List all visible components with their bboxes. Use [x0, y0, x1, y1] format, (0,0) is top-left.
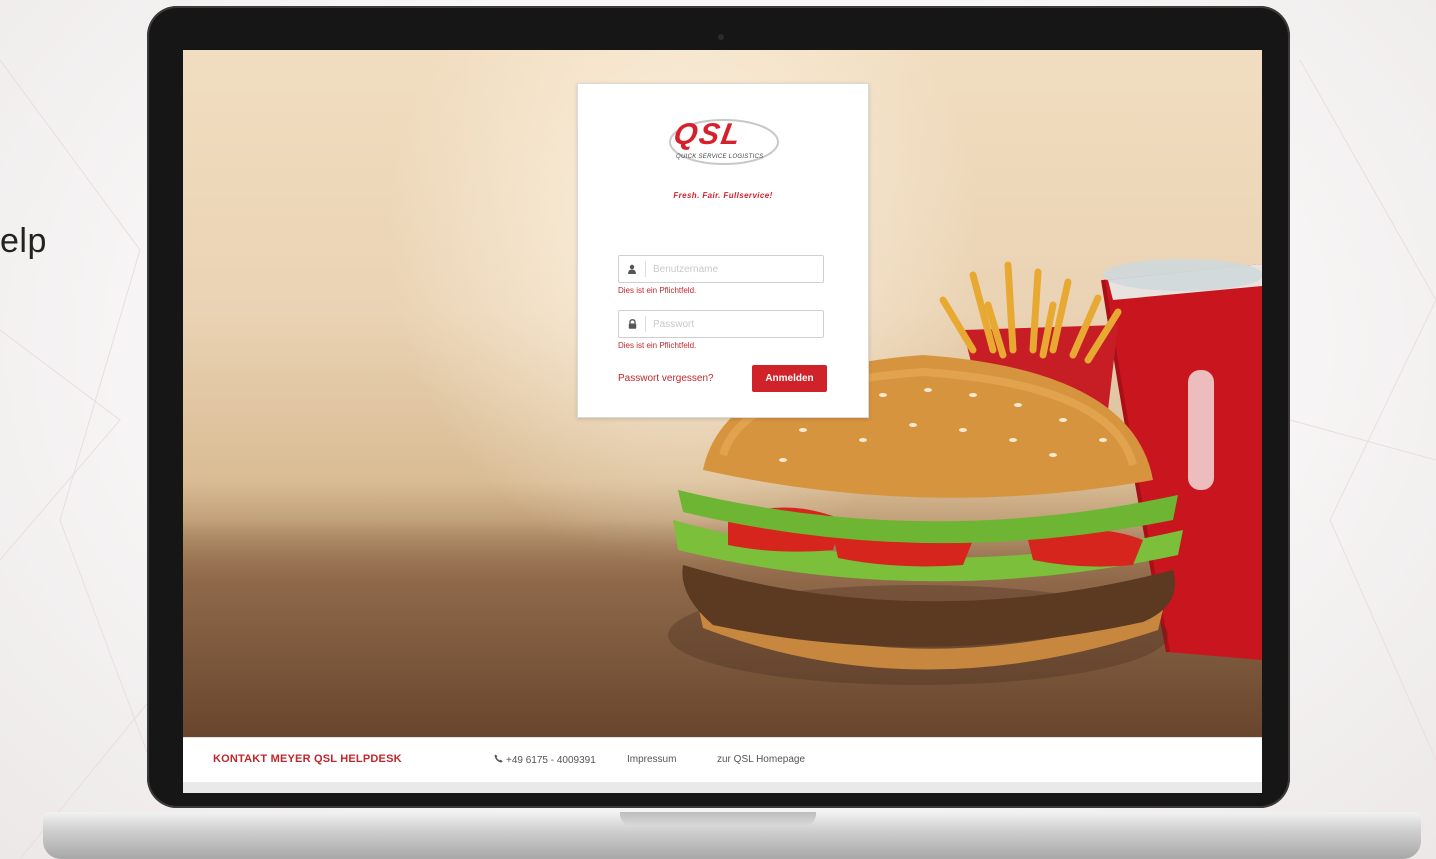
footer-phone-number: +49 6175 - 4009391: [506, 754, 596, 766]
footer-helpdesk-title: KONTAKT MEYER QSL HELPDESK: [213, 753, 402, 765]
username-error: Dies ist ein Pflichtfeld.: [618, 286, 697, 295]
footer-impressum-link[interactable]: Impressum: [627, 754, 676, 765]
user-icon: [619, 256, 645, 282]
username-input[interactable]: [653, 259, 818, 279]
camera-icon: [718, 34, 724, 40]
forgot-password-link[interactable]: Passwort vergessen?: [618, 373, 714, 384]
laptop-base-notch: [620, 812, 816, 826]
logo-subtitle: QUICK SERVICE LOGISTICS: [676, 154, 764, 160]
slogan: Fresh. Fair. Fullservice!: [673, 191, 773, 200]
password-error: Dies ist ein Pflichtfeld.: [618, 341, 697, 350]
laptop-screen: QSL QUICK SERVICE LOGISTICS Fresh. Fair.…: [183, 50, 1262, 793]
login-card: QSL QUICK SERVICE LOGISTICS Fresh. Fair.…: [577, 83, 869, 418]
phone-icon: [494, 754, 503, 766]
screen-bottom-strip: [183, 782, 1262, 793]
password-input[interactable]: [653, 314, 818, 334]
login-button[interactable]: Anmelden: [752, 365, 827, 392]
username-field[interactable]: [618, 255, 824, 283]
field-separator: [645, 316, 646, 332]
lock-icon: [619, 311, 645, 337]
footer-homepage-link[interactable]: zur QSL Homepage: [717, 754, 805, 765]
logo-text: QSL: [671, 118, 745, 151]
footer-bar: KONTAKT MEYER QSL HELPDESK +49 6175 - 40…: [183, 737, 1262, 783]
footer-phone[interactable]: +49 6175 - 4009391: [494, 754, 596, 766]
partial-edge-text: elp: [0, 222, 47, 260]
password-field[interactable]: [618, 310, 824, 338]
field-separator: [645, 261, 646, 277]
qsl-logo: QSL QUICK SERVICE LOGISTICS: [668, 112, 780, 174]
